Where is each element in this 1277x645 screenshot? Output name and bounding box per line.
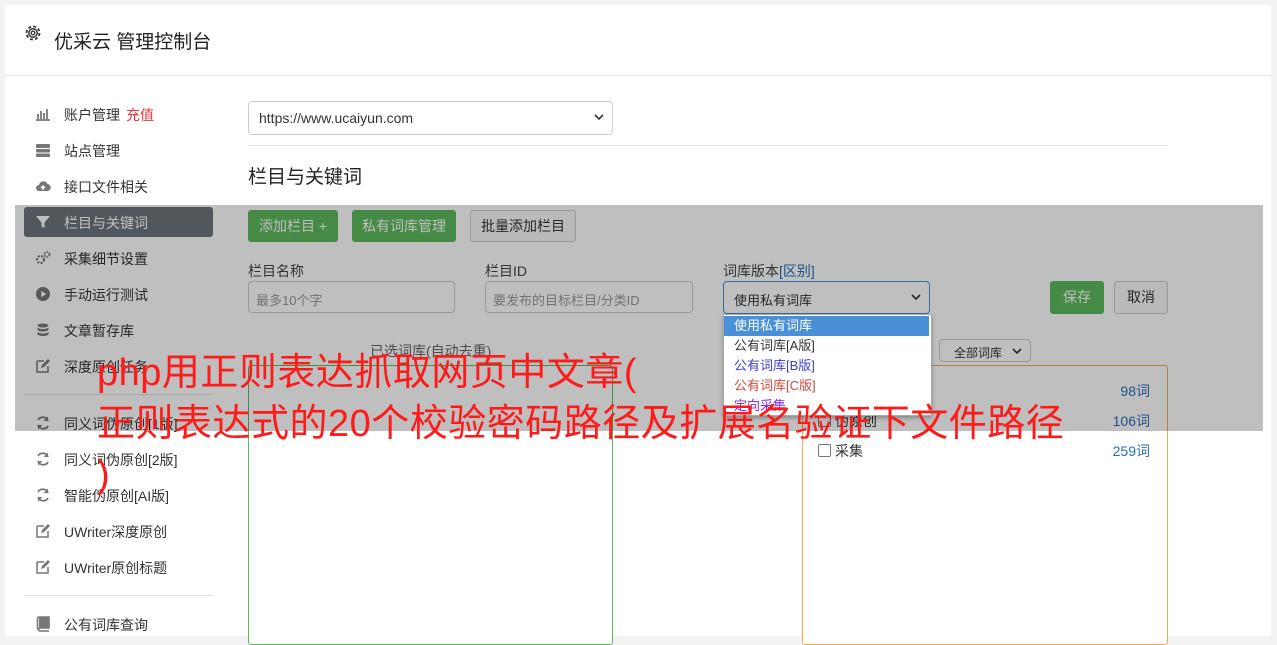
site-select-value: https://www.ucaiyun.com xyxy=(259,110,414,126)
divider xyxy=(248,145,1168,146)
sidebar-item-sites[interactable]: 站点管理 xyxy=(24,135,213,165)
console-title: 优采云 管理控制台 xyxy=(54,32,212,53)
sidebar-item-label: 公有词库查询 xyxy=(64,617,148,633)
sidebar-item-interface-files[interactable]: 接口文件相关 xyxy=(24,171,213,201)
sidebar-item-label: 接口文件相关 xyxy=(64,179,148,195)
book-icon xyxy=(36,616,50,632)
recharge-link[interactable]: 充值 xyxy=(126,107,154,123)
cloud-upload-icon xyxy=(36,181,51,192)
gear-icon xyxy=(25,25,41,41)
sidebar-item-public-lexicon[interactable]: 公有词库查询 xyxy=(24,609,213,639)
lexicon-option-private[interactable]: 使用私有词库 xyxy=(724,316,929,336)
sidebar-item-uwriter-title[interactable]: UWriter原创标题 xyxy=(24,552,213,582)
sidebar-item-uwriter-deep[interactable]: UWriter深度原创 xyxy=(24,516,213,546)
bar-chart-icon xyxy=(36,109,50,121)
watermark-line: php用正则表达抓取网页中文章( xyxy=(97,352,638,394)
sidebar-item-label: 站点管理 xyxy=(64,143,120,159)
refresh-icon xyxy=(37,488,49,502)
watermark-line: 正则表达式的20个校验密码路径及扩展名验证下文件路径 xyxy=(97,403,1065,445)
sidebar-item-label: 账户管理 xyxy=(64,107,120,123)
site-select[interactable]: https://www.ucaiyun.com xyxy=(248,101,613,135)
refresh-icon xyxy=(37,452,49,466)
top-header: 优采云 管理控制台 xyxy=(5,5,1271,76)
sidebar-item-account[interactable]: 账户管理 充值 xyxy=(24,99,213,129)
sidebar-item-label: UWriter原创标题 xyxy=(64,560,168,576)
sidebar-divider xyxy=(24,595,213,596)
server-icon xyxy=(36,144,50,157)
section-title: 栏目与关键词 xyxy=(248,167,363,188)
edit-icon xyxy=(36,560,50,574)
article-title-watermark: php用正则表达抓取网页中文章( 正则表达式的20个校验密码路径及扩展名验证下文… xyxy=(97,348,1272,501)
sidebar-item-label: UWriter深度原创 xyxy=(64,524,168,540)
watermark-line: ) xyxy=(97,454,111,496)
edit-icon xyxy=(36,524,50,538)
chevron-down-icon xyxy=(594,114,604,121)
